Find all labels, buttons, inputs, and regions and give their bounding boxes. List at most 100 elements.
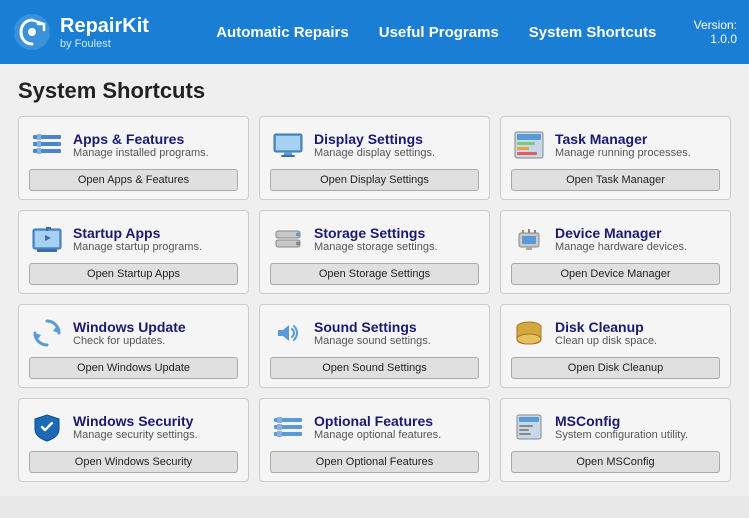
card-disk-cleanup: Disk Cleanup Clean up disk space. Open D…	[500, 304, 731, 388]
card-text-windows-update: Windows Update Check for updates.	[73, 319, 186, 347]
card-desc-windows-security: Manage security settings.	[73, 429, 198, 441]
windows-update-icon	[29, 315, 65, 351]
card-header-apps-features: Apps & Features Manage installed program…	[29, 127, 238, 163]
card-text-windows-security: Windows Security Manage security setting…	[73, 413, 198, 441]
card-text-task-manager: Task Manager Manage running processes.	[555, 131, 691, 159]
card-text-disk-cleanup: Disk Cleanup Clean up disk space.	[555, 319, 657, 347]
card-storage-settings: Storage Settings Manage storage settings…	[259, 210, 490, 294]
card-title-startup-apps: Startup Apps	[73, 225, 202, 241]
card-header-windows-update: Windows Update Check for updates.	[29, 315, 238, 351]
card-btn-apps-features[interactable]: Open Apps & Features	[29, 169, 238, 191]
card-text-startup-apps: Startup Apps Manage startup programs.	[73, 225, 202, 253]
shortcuts-grid: Apps & Features Manage installed program…	[18, 116, 731, 482]
card-startup-apps: Startup Apps Manage startup programs. Op…	[18, 210, 249, 294]
card-windows-update: Windows Update Check for updates. Open W…	[18, 304, 249, 388]
nav-links: Automatic Repairs Useful Programs System…	[179, 24, 694, 41]
app-subtitle: by Foulest	[60, 38, 149, 50]
card-optional-features: Optional Features Manage optional featur…	[259, 398, 490, 482]
card-device-manager: Device Manager Manage hardware devices. …	[500, 210, 731, 294]
app-title: RepairKit	[60, 14, 149, 38]
app-header: RepairKit by Foulest Automatic Repairs U…	[0, 0, 749, 64]
card-title-disk-cleanup: Disk Cleanup	[555, 319, 657, 335]
card-btn-display-settings[interactable]: Open Display Settings	[270, 169, 479, 191]
card-desc-disk-cleanup: Clean up disk space.	[555, 335, 657, 347]
card-btn-windows-security[interactable]: Open Windows Security	[29, 451, 238, 473]
card-title-device-manager: Device Manager	[555, 225, 687, 241]
card-msconfig: MSConfig System configuration utility. O…	[500, 398, 731, 482]
msconfig-icon	[511, 409, 547, 445]
card-btn-sound-settings[interactable]: Open Sound Settings	[270, 357, 479, 379]
card-desc-msconfig: System configuration utility.	[555, 429, 688, 441]
card-title-optional-features: Optional Features	[314, 413, 441, 429]
card-desc-device-manager: Manage hardware devices.	[555, 241, 687, 253]
card-text-apps-features: Apps & Features Manage installed program…	[73, 131, 209, 159]
main-content: System Shortcuts Apps & Features Manage …	[0, 64, 749, 496]
card-btn-disk-cleanup[interactable]: Open Disk Cleanup	[511, 357, 720, 379]
card-btn-msconfig[interactable]: Open MSConfig	[511, 451, 720, 473]
card-header-windows-security: Windows Security Manage security setting…	[29, 409, 238, 445]
card-desc-storage-settings: Manage storage settings.	[314, 241, 438, 253]
page-title: System Shortcuts	[18, 78, 731, 104]
logo-area: RepairKit by Foulest	[12, 12, 149, 52]
card-title-task-manager: Task Manager	[555, 131, 691, 147]
card-text-device-manager: Device Manager Manage hardware devices.	[555, 225, 687, 253]
version-number: 1.0.0	[694, 32, 737, 46]
nav-useful-programs[interactable]: Useful Programs	[379, 24, 499, 41]
apps-features-icon	[29, 127, 65, 163]
card-desc-optional-features: Manage optional features.	[314, 429, 441, 441]
display-settings-icon	[270, 127, 306, 163]
card-header-disk-cleanup: Disk Cleanup Clean up disk space.	[511, 315, 720, 351]
optional-features-icon	[270, 409, 306, 445]
card-desc-sound-settings: Manage sound settings.	[314, 335, 431, 347]
card-desc-apps-features: Manage installed programs.	[73, 147, 209, 159]
disk-cleanup-icon	[511, 315, 547, 351]
card-title-msconfig: MSConfig	[555, 413, 688, 429]
nav-automatic-repairs[interactable]: Automatic Repairs	[216, 24, 349, 41]
card-btn-storage-settings[interactable]: Open Storage Settings	[270, 263, 479, 285]
card-text-display-settings: Display Settings Manage display settings…	[314, 131, 435, 159]
logo-text: RepairKit by Foulest	[60, 14, 149, 50]
card-btn-optional-features[interactable]: Open Optional Features	[270, 451, 479, 473]
windows-security-icon	[29, 409, 65, 445]
card-title-display-settings: Display Settings	[314, 131, 435, 147]
card-title-storage-settings: Storage Settings	[314, 225, 438, 241]
card-header-device-manager: Device Manager Manage hardware devices.	[511, 221, 720, 257]
card-header-startup-apps: Startup Apps Manage startup programs.	[29, 221, 238, 257]
card-task-manager: Task Manager Manage running processes. O…	[500, 116, 731, 200]
card-desc-windows-update: Check for updates.	[73, 335, 186, 347]
logo-icon	[12, 12, 52, 52]
version-area: Version: 1.0.0	[694, 18, 737, 46]
card-header-task-manager: Task Manager Manage running processes.	[511, 127, 720, 163]
card-text-sound-settings: Sound Settings Manage sound settings.	[314, 319, 431, 347]
card-btn-task-manager[interactable]: Open Task Manager	[511, 169, 720, 191]
card-desc-startup-apps: Manage startup programs.	[73, 241, 202, 253]
card-apps-features: Apps & Features Manage installed program…	[18, 116, 249, 200]
storage-settings-icon	[270, 221, 306, 257]
card-header-display-settings: Display Settings Manage display settings…	[270, 127, 479, 163]
card-title-sound-settings: Sound Settings	[314, 319, 431, 335]
card-desc-display-settings: Manage display settings.	[314, 147, 435, 159]
card-display-settings: Display Settings Manage display settings…	[259, 116, 490, 200]
card-header-msconfig: MSConfig System configuration utility.	[511, 409, 720, 445]
card-title-windows-security: Windows Security	[73, 413, 198, 429]
card-header-sound-settings: Sound Settings Manage sound settings.	[270, 315, 479, 351]
card-windows-security: Windows Security Manage security setting…	[18, 398, 249, 482]
card-title-windows-update: Windows Update	[73, 319, 186, 335]
card-text-storage-settings: Storage Settings Manage storage settings…	[314, 225, 438, 253]
card-text-optional-features: Optional Features Manage optional featur…	[314, 413, 441, 441]
device-manager-icon	[511, 221, 547, 257]
version-label: Version:	[694, 18, 737, 32]
card-btn-device-manager[interactable]: Open Device Manager	[511, 263, 720, 285]
card-btn-windows-update[interactable]: Open Windows Update	[29, 357, 238, 379]
card-text-msconfig: MSConfig System configuration utility.	[555, 413, 688, 441]
sound-settings-icon	[270, 315, 306, 351]
card-title-apps-features: Apps & Features	[73, 131, 209, 147]
card-sound-settings: Sound Settings Manage sound settings. Op…	[259, 304, 490, 388]
startup-apps-icon	[29, 221, 65, 257]
card-header-optional-features: Optional Features Manage optional featur…	[270, 409, 479, 445]
task-manager-icon	[511, 127, 547, 163]
card-header-storage-settings: Storage Settings Manage storage settings…	[270, 221, 479, 257]
card-btn-startup-apps[interactable]: Open Startup Apps	[29, 263, 238, 285]
nav-system-shortcuts[interactable]: System Shortcuts	[529, 24, 657, 41]
card-desc-task-manager: Manage running processes.	[555, 147, 691, 159]
